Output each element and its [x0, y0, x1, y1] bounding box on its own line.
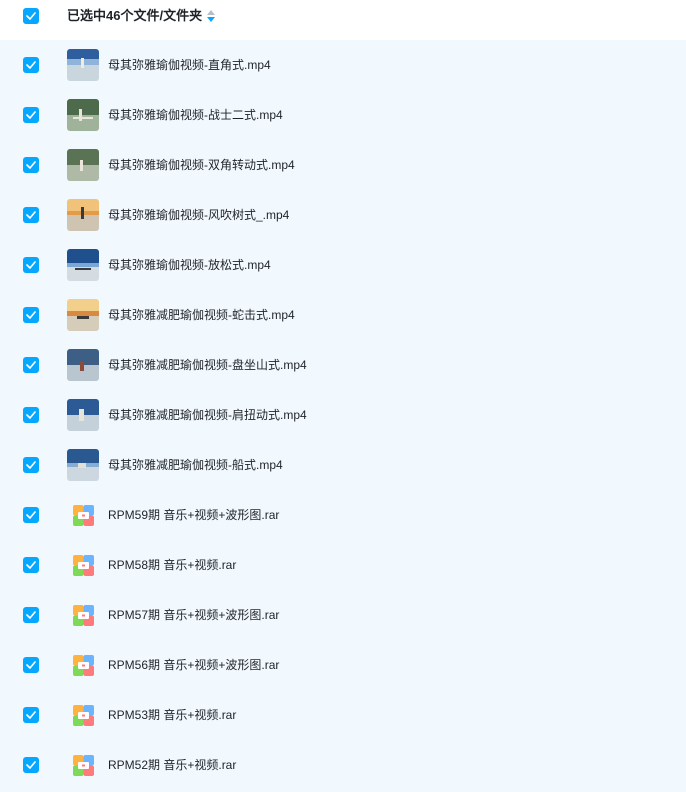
archive-file-icon [73, 655, 94, 676]
check-icon [26, 111, 36, 119]
row-checkbox[interactable] [23, 557, 39, 573]
row-checkbox[interactable] [23, 707, 39, 723]
file-name[interactable]: RPM52期 音乐+视频.rar [108, 757, 236, 773]
row-checkbox[interactable] [23, 157, 39, 173]
row-checkbox[interactable] [23, 107, 39, 123]
row-checkbox[interactable] [23, 57, 39, 73]
row-checkbox[interactable] [23, 357, 39, 373]
check-icon [26, 661, 36, 669]
video-thumbnail [67, 99, 99, 131]
file-row[interactable]: RPM56期 音乐+视频+波形图.rar [0, 640, 686, 690]
check-icon [26, 561, 36, 569]
check-icon [26, 161, 36, 169]
check-icon [26, 461, 36, 469]
video-thumbnail [67, 249, 99, 281]
row-checkbox[interactable] [23, 457, 39, 473]
video-thumbnail [67, 149, 99, 181]
file-name[interactable]: 母其弥雅减肥瑜伽视频-肩扭动式.mp4 [108, 407, 307, 423]
check-icon [26, 12, 36, 20]
file-row[interactable]: 母其弥雅瑜伽视频-双角转动式.mp4 [0, 140, 686, 190]
file-name[interactable]: 母其弥雅瑜伽视频-放松式.mp4 [108, 257, 271, 273]
file-row[interactable]: RPM53期 音乐+视频.rar [0, 690, 686, 740]
file-name[interactable]: RPM59期 音乐+视频+波形图.rar [108, 507, 279, 523]
file-name[interactable]: 母其弥雅瑜伽视频-双角转动式.mp4 [108, 157, 295, 173]
file-row[interactable]: 母其弥雅瑜伽视频-放松式.mp4 [0, 240, 686, 290]
file-name[interactable]: RPM58期 音乐+视频.rar [108, 557, 236, 573]
check-icon [26, 211, 36, 219]
row-checkbox[interactable] [23, 307, 39, 323]
video-thumbnail [67, 49, 99, 81]
selection-count-label: 已选中46个文件/文件夹 [67, 8, 216, 24]
video-thumbnail [67, 349, 99, 381]
file-row[interactable]: 母其弥雅减肥瑜伽视频-盘坐山式.mp4 [0, 340, 686, 390]
check-icon [26, 761, 36, 769]
file-row[interactable]: 母其弥雅减肥瑜伽视频-肩扭动式.mp4 [0, 390, 686, 440]
file-list: 母其弥雅瑜伽视频-直角式.mp4 母其弥雅瑜伽视频-战士二式.mp4 母其弥雅瑜… [0, 40, 686, 792]
check-icon [26, 311, 36, 319]
select-all-checkbox[interactable] [23, 8, 39, 24]
file-name[interactable]: 母其弥雅减肥瑜伽视频-蛇击式.mp4 [108, 307, 295, 323]
selection-count-text: 已选中46个文件/文件夹 [67, 8, 203, 23]
file-name[interactable]: 母其弥雅瑜伽视频-直角式.mp4 [108, 57, 271, 73]
archive-file-icon [73, 605, 94, 626]
row-checkbox[interactable] [23, 607, 39, 623]
file-name[interactable]: RPM56期 音乐+视频+波形图.rar [108, 657, 279, 673]
file-name[interactable]: 母其弥雅瑜伽视频-战士二式.mp4 [108, 107, 283, 123]
row-checkbox[interactable] [23, 757, 39, 773]
row-checkbox[interactable] [23, 257, 39, 273]
archive-file-icon [73, 705, 94, 726]
archive-file-icon [73, 505, 94, 526]
file-row[interactable]: RPM58期 音乐+视频.rar [0, 540, 686, 590]
file-row[interactable]: 母其弥雅减肥瑜伽视频-蛇击式.mp4 [0, 290, 686, 340]
sort-icon[interactable] [207, 10, 216, 22]
file-name[interactable]: 母其弥雅减肥瑜伽视频-盘坐山式.mp4 [108, 357, 307, 373]
row-checkbox[interactable] [23, 407, 39, 423]
video-thumbnail [67, 199, 99, 231]
check-icon [26, 711, 36, 719]
file-row[interactable]: RPM57期 音乐+视频+波形图.rar [0, 590, 686, 640]
file-name[interactable]: 母其弥雅减肥瑜伽视频-船式.mp4 [108, 457, 283, 473]
file-row[interactable]: RPM59期 音乐+视频+波形图.rar [0, 490, 686, 540]
check-icon [26, 361, 36, 369]
file-name[interactable]: 母其弥雅瑜伽视频-风吹树式_.mp4 [108, 207, 289, 223]
video-thumbnail [67, 299, 99, 331]
file-row[interactable]: 母其弥雅减肥瑜伽视频-船式.mp4 [0, 440, 686, 490]
archive-file-icon [73, 755, 94, 776]
video-thumbnail [67, 399, 99, 431]
row-checkbox[interactable] [23, 507, 39, 523]
row-checkbox[interactable] [23, 207, 39, 223]
video-thumbnail [67, 449, 99, 481]
file-row[interactable]: 母其弥雅瑜伽视频-直角式.mp4 [0, 40, 686, 90]
check-icon [26, 261, 36, 269]
check-icon [26, 411, 36, 419]
file-name[interactable]: RPM57期 音乐+视频+波形图.rar [108, 607, 279, 623]
selection-header: 已选中46个文件/文件夹 [0, 0, 686, 40]
file-row[interactable]: RPM52期 音乐+视频.rar [0, 740, 686, 790]
file-name[interactable]: RPM53期 音乐+视频.rar [108, 707, 236, 723]
file-row[interactable]: 母其弥雅瑜伽视频-战士二式.mp4 [0, 90, 686, 140]
file-row[interactable]: 母其弥雅瑜伽视频-风吹树式_.mp4 [0, 190, 686, 240]
row-checkbox[interactable] [23, 657, 39, 673]
archive-file-icon [73, 555, 94, 576]
check-icon [26, 61, 36, 69]
check-icon [26, 511, 36, 519]
check-icon [26, 611, 36, 619]
